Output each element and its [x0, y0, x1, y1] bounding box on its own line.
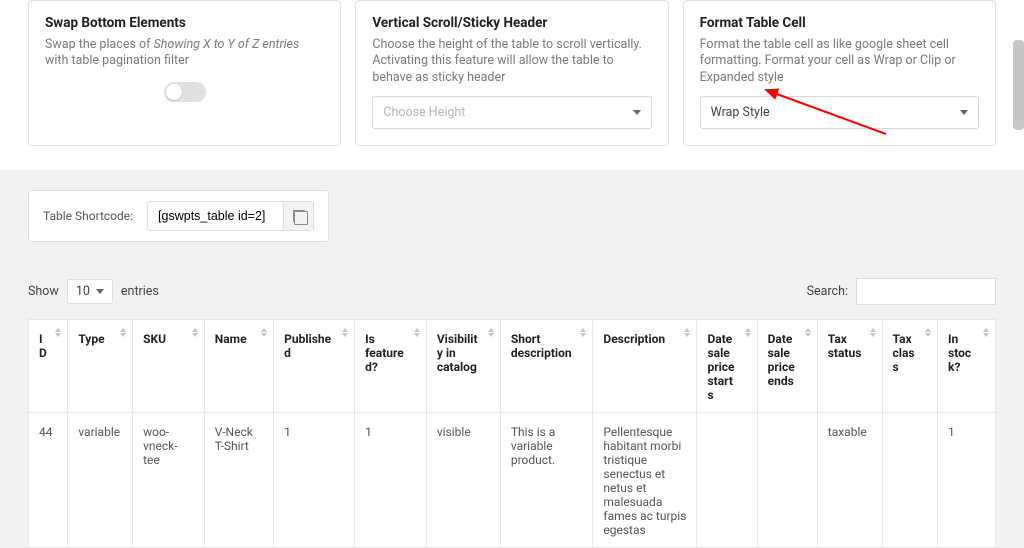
search-wrap: Search:	[807, 278, 996, 305]
col-short-desc[interactable]: Short description	[500, 319, 593, 412]
col-sku[interactable]: SKU	[133, 319, 205, 412]
cell-short: This is a variable product.	[500, 412, 593, 547]
cell-type: variable	[68, 412, 133, 547]
swap-toggle[interactable]	[164, 82, 206, 102]
card-desc: Format the table cell as like google she…	[700, 37, 979, 86]
search-input[interactable]	[856, 278, 996, 305]
choose-height-select[interactable]: Choose Height	[372, 96, 651, 129]
shortcode-input[interactable]	[148, 203, 283, 229]
col-tax-status[interactable]: Tax status	[817, 319, 882, 412]
show-entries: Show 10 entries	[28, 279, 159, 304]
card-desc: Swap the places of Showing X to Y of Z e…	[45, 37, 324, 70]
cell-name: V-Neck T-Shirt	[204, 412, 273, 547]
cell-dspe	[757, 412, 817, 547]
col-name[interactable]: Name	[204, 319, 273, 412]
cell-tax-class	[882, 412, 938, 547]
copy-button[interactable]	[283, 202, 313, 230]
col-date-sale-starts[interactable]: Date sale price starts	[697, 319, 757, 412]
card-title: Swap Bottom Elements	[45, 15, 324, 31]
cell-tax-status: taxable	[817, 412, 882, 547]
table-row: 44 variable woo-vneck-tee V-Neck T-Shirt…	[29, 412, 996, 547]
col-featured[interactable]: Is featured?	[355, 319, 427, 412]
cell-stock: 1	[938, 412, 996, 547]
chevron-down-icon	[96, 289, 104, 294]
data-table: ID Type SKU Name Published Is featured? …	[28, 319, 996, 548]
cell-visibility: visible	[426, 412, 500, 547]
col-description[interactable]: Description	[593, 319, 697, 412]
col-id[interactable]: ID	[29, 319, 68, 412]
card-title: Format Table Cell	[700, 15, 979, 31]
entries-select[interactable]: 10	[67, 279, 113, 304]
card-vertical-scroll: Vertical Scroll/Sticky Header Choose the…	[355, 0, 668, 146]
col-type[interactable]: Type	[68, 319, 133, 412]
card-swap-bottom: Swap Bottom Elements Swap the places of …	[28, 0, 341, 146]
copy-icon	[293, 210, 305, 222]
cell-dsps	[697, 412, 757, 547]
wrap-style-select[interactable]: Wrap Style	[700, 96, 979, 129]
card-format-table-cell: Format Table Cell Format the table cell …	[683, 0, 996, 146]
col-date-sale-ends[interactable]: Date sale price ends	[757, 319, 817, 412]
col-published[interactable]: Published	[274, 319, 355, 412]
shortcode-label: Table Shortcode:	[43, 209, 133, 223]
col-visibility[interactable]: Visibility in catalog	[426, 319, 500, 412]
chevron-down-icon	[960, 110, 968, 115]
cell-sku: woo-vneck-tee	[133, 412, 205, 547]
card-title: Vertical Scroll/Sticky Header	[372, 15, 651, 31]
col-in-stock[interactable]: In stock?	[938, 319, 996, 412]
scrollbar[interactable]	[1013, 40, 1024, 130]
col-tax-class[interactable]: Tax class	[882, 319, 938, 412]
shortcode-box: Table Shortcode:	[28, 190, 329, 242]
cell-id: 44	[29, 412, 68, 547]
table-header-row: ID Type SKU Name Published Is featured? …	[29, 319, 996, 412]
cell-description: Pellentesque habitant morbi tristique se…	[593, 412, 697, 547]
chevron-down-icon	[633, 110, 641, 115]
cell-published: 1	[274, 412, 355, 547]
card-desc: Choose the height of the table to scroll…	[372, 37, 651, 86]
cell-featured: 1	[355, 412, 427, 547]
